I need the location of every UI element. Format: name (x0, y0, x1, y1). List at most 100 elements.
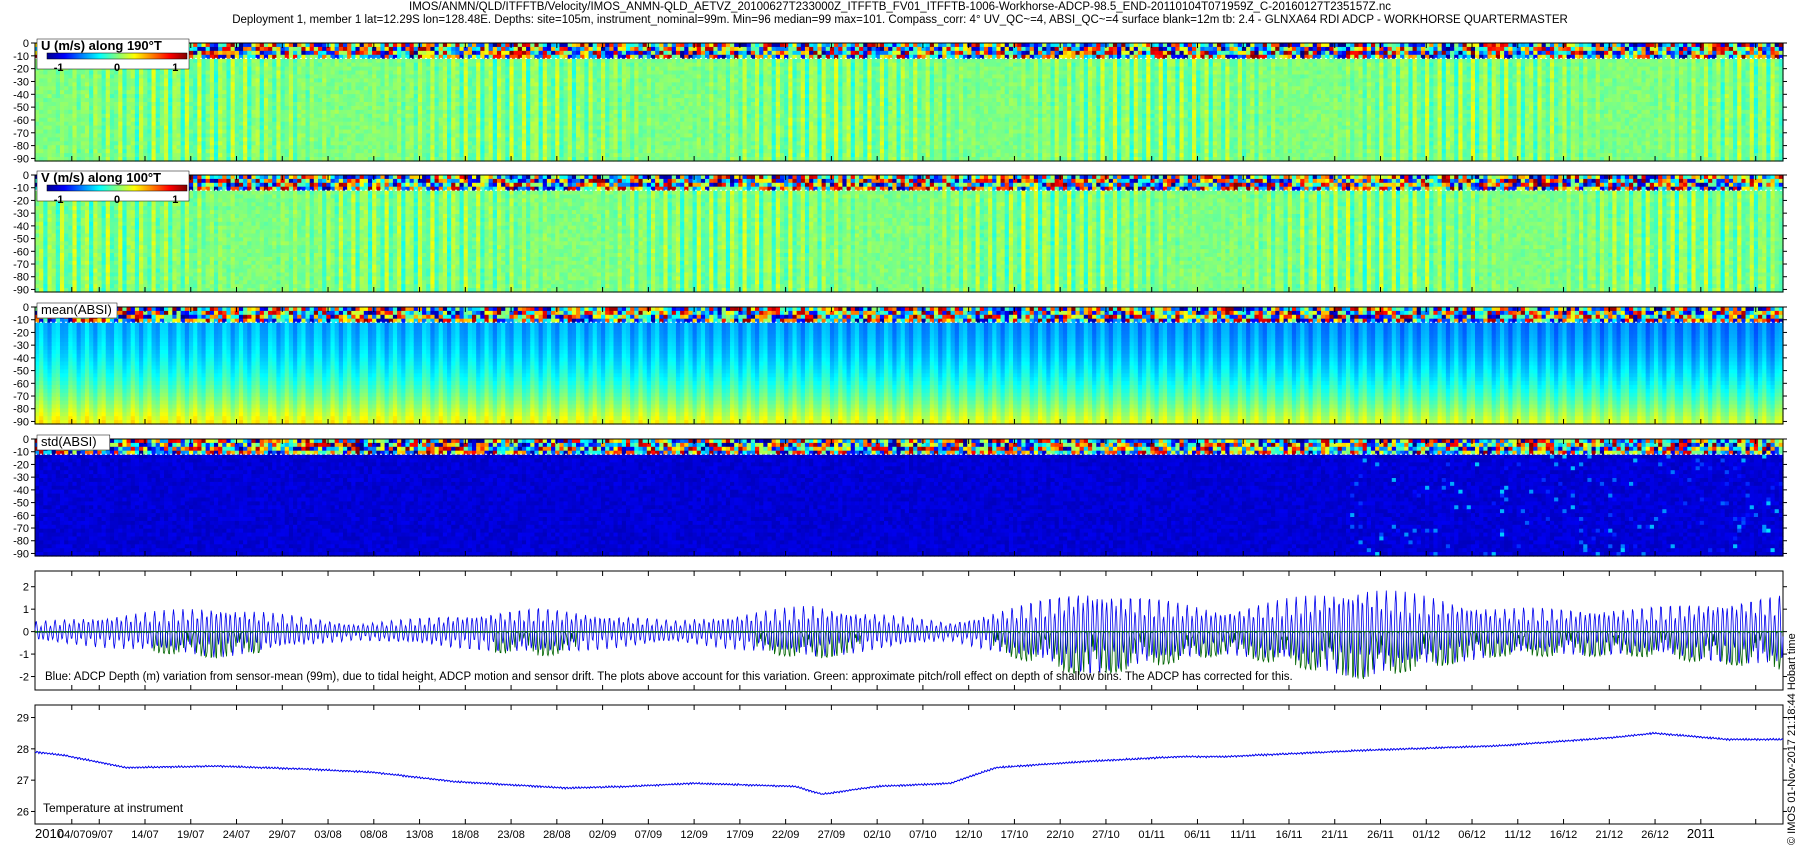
heatmap-cell (380, 98, 385, 103)
heatmap-cell (368, 153, 373, 158)
heatmap-cell (177, 153, 182, 158)
heatmap-cell (251, 43, 256, 48)
heatmap-cell (243, 71, 248, 76)
heatmap-cell (35, 137, 40, 142)
heatmap-cell (189, 130, 194, 135)
heatmap-cell (251, 102, 256, 107)
heatmap-cell (127, 153, 132, 158)
heatmap-cell (197, 137, 202, 142)
heatmap-cell (368, 82, 373, 87)
heatmap-cell (355, 153, 360, 158)
heatmap-cell (251, 130, 256, 135)
heatmap-cell (110, 102, 115, 107)
heatmap-cell (181, 86, 186, 91)
heatmap-cell (326, 102, 331, 107)
heatmap-cell (139, 137, 144, 142)
heatmap-cell (131, 74, 136, 79)
heatmap-cell (397, 51, 402, 56)
heatmap-cell (239, 153, 244, 158)
heatmap-cell (193, 118, 198, 123)
heatmap-cell (68, 86, 73, 91)
heatmap-cell (214, 130, 219, 135)
heatmap-cell (347, 74, 352, 79)
heatmap-cell (181, 149, 186, 154)
heatmap-cell (243, 122, 248, 127)
heatmap-cell (281, 118, 286, 123)
heatmap-cell (168, 149, 173, 154)
heatmap-cell (164, 130, 169, 135)
heatmap-cell (43, 130, 48, 135)
heatmap-cell (110, 114, 115, 119)
heatmap-cell (326, 114, 331, 119)
heatmap-cell (318, 43, 323, 48)
heatmap-cell (156, 137, 161, 142)
heatmap-cell (177, 86, 182, 91)
heatmap-cell (360, 78, 365, 83)
heatmap-cell (247, 86, 252, 91)
heatmap-cell (89, 133, 94, 138)
heatmap-cell (177, 122, 182, 127)
heatmap-cell (85, 71, 90, 76)
heatmap-cell (306, 153, 311, 158)
heatmap-cell (201, 118, 206, 123)
heatmap-cell (330, 118, 335, 123)
heatmap-cell (147, 82, 152, 87)
heatmap-cell (268, 118, 273, 123)
heatmap-cell (210, 130, 215, 135)
heatmap-cell (185, 153, 190, 158)
heatmap-cell (405, 114, 410, 119)
heatmap-cell (297, 78, 302, 83)
heatmap-cell (164, 71, 169, 76)
heatmap-cell (210, 118, 215, 123)
heatmap-cell (380, 130, 385, 135)
heatmap-cell (114, 86, 119, 91)
heatmap-cell (81, 98, 86, 103)
heatmap-cell (318, 106, 323, 111)
heatmap-cell (164, 114, 169, 119)
heatmap-cell (397, 59, 402, 64)
heatmap-cell (89, 118, 94, 123)
heatmap-cell (60, 141, 65, 146)
heatmap-cell (326, 74, 331, 79)
heatmap-cell (56, 82, 61, 87)
heatmap-cell (122, 98, 127, 103)
heatmap-cell (239, 82, 244, 87)
heatmap-cell (239, 145, 244, 150)
heatmap-cell (189, 63, 194, 68)
heatmap-cell (276, 51, 281, 56)
heatmap-cell (360, 59, 365, 64)
heatmap-cell (339, 102, 344, 107)
heatmap-cell (122, 86, 127, 91)
heatmap-cell (110, 122, 115, 127)
heatmap-cell (385, 126, 390, 131)
heatmap-cell (347, 43, 352, 48)
heatmap-cell (93, 122, 98, 127)
heatmap-cell (339, 153, 344, 158)
heatmap-cell (401, 126, 406, 131)
heatmap-cell (314, 110, 319, 115)
heatmap-cell (189, 149, 194, 154)
heatmap-cell (260, 74, 265, 79)
heatmap-cell (172, 130, 177, 135)
heatmap-cell (185, 74, 190, 79)
heatmap-cell (168, 141, 173, 146)
heatmap-cell (231, 63, 236, 68)
heatmap-cell (52, 126, 57, 131)
heatmap-cell (343, 51, 348, 56)
heatmap-cell (64, 82, 69, 87)
heatmap-cell (360, 98, 365, 103)
heatmap-cell (368, 47, 373, 52)
heatmap-cell (168, 78, 173, 83)
heatmap-cell (60, 149, 65, 154)
heatmap-cell (189, 102, 194, 107)
heatmap-cell (285, 122, 290, 127)
heatmap-cell (231, 137, 236, 142)
heatmap-cell (110, 78, 115, 83)
heatmap-cell (189, 94, 194, 99)
heatmap-cell (197, 149, 202, 154)
heatmap-cell (389, 78, 394, 83)
heatmap-cell (177, 133, 182, 138)
heatmap-cell (260, 141, 265, 146)
heatmap-cell (368, 67, 373, 72)
heatmap-cell (106, 141, 111, 146)
